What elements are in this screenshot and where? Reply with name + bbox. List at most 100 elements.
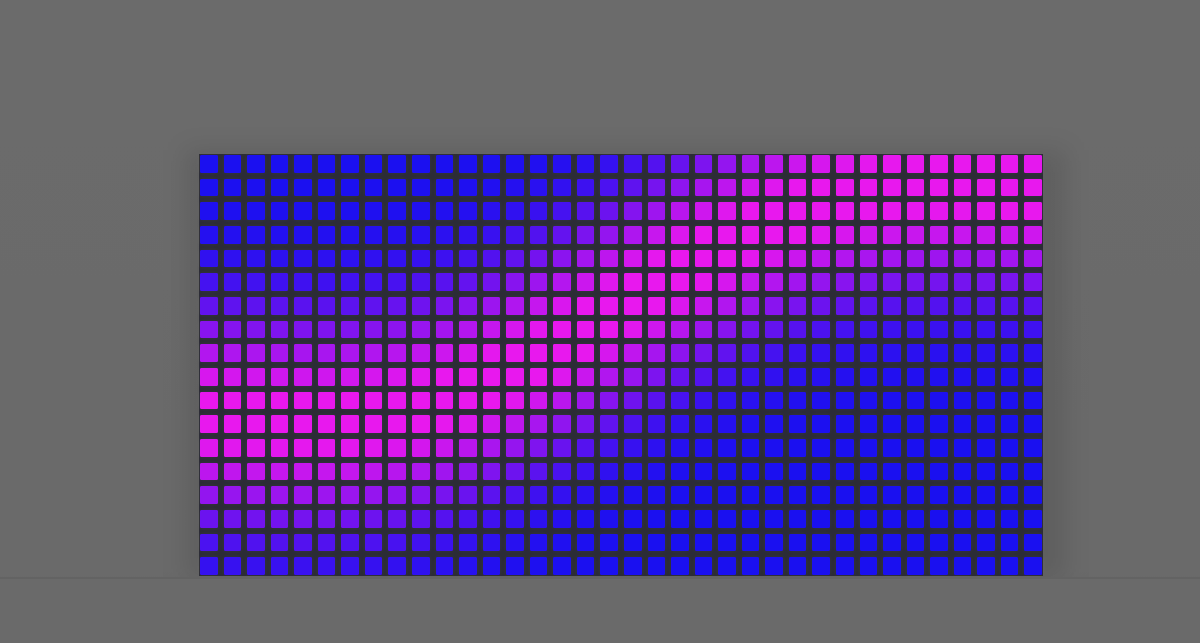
- led-pixel: [883, 249, 901, 268]
- led-pixel: [388, 225, 406, 244]
- led-pixel: [647, 320, 666, 339]
- led-pixel: [576, 296, 595, 315]
- led-pixel: [835, 320, 854, 339]
- led-pixel: [435, 486, 454, 504]
- led-pixel: [906, 344, 925, 362]
- led-pixel: [1000, 462, 1019, 481]
- led-pixel: [953, 296, 972, 315]
- led-pixel: [223, 415, 242, 433]
- led-pixel: [223, 249, 242, 268]
- led-pixel: [576, 249, 595, 268]
- led-pixel: [482, 320, 501, 339]
- led-pixel: [247, 438, 265, 457]
- led-pixel: [388, 557, 406, 575]
- led-pixel: [576, 273, 595, 291]
- led-pixel: [812, 486, 830, 504]
- led-pixel: [835, 533, 854, 552]
- led-pixel: [835, 225, 854, 244]
- led-pixel: [200, 367, 218, 386]
- led-pixel: [930, 320, 948, 339]
- led-pixel: [647, 486, 666, 504]
- led-pixel: [506, 557, 524, 575]
- led-pixel: [812, 202, 830, 220]
- led-pixel: [953, 533, 972, 552]
- led-pixel: [364, 438, 383, 457]
- led-pixel: [459, 533, 477, 552]
- led-pixel: [200, 344, 218, 362]
- led-pixel: [859, 509, 878, 528]
- led-pixel: [883, 486, 901, 504]
- led-pixel: [623, 533, 642, 552]
- led-pixel: [411, 273, 430, 291]
- led-pixel: [718, 225, 736, 244]
- led-pixel: [317, 225, 336, 244]
- led-pixel: [600, 344, 618, 362]
- led-pixel: [812, 249, 830, 268]
- led-pixel: [883, 273, 901, 291]
- led-pixel: [623, 486, 642, 504]
- led-pixel: [411, 225, 430, 244]
- led-pixel: [247, 557, 265, 575]
- led-pixel: [411, 462, 430, 481]
- led-pixel: [1000, 225, 1019, 244]
- led-pixel: [411, 509, 430, 528]
- led-pixel: [671, 391, 689, 410]
- led-pixel: [388, 178, 406, 197]
- led-pixel: [883, 557, 901, 575]
- led-pixel: [1000, 533, 1019, 552]
- led-pixel: [553, 367, 571, 386]
- led-pixel: [482, 462, 501, 481]
- led-pixel: [223, 344, 242, 362]
- led-pixel: [835, 249, 854, 268]
- led-pixel: [953, 320, 972, 339]
- led-pixel: [647, 509, 666, 528]
- led-pixel: [1024, 391, 1042, 410]
- led-pixel: [553, 296, 571, 315]
- led-pixel: [506, 202, 524, 220]
- led-pixel: [812, 367, 830, 386]
- led-pixel: [859, 178, 878, 197]
- led-pixel: [200, 296, 218, 315]
- led-pixel: [411, 533, 430, 552]
- led-pixel: [529, 225, 548, 244]
- led-pixel: [906, 178, 925, 197]
- led-pixel: [765, 438, 783, 457]
- led-pixel: [247, 509, 265, 528]
- led-pixel: [270, 273, 289, 291]
- led-pixel: [411, 415, 430, 433]
- led-pixel: [435, 225, 454, 244]
- led-pixel: [859, 320, 878, 339]
- led-pixel: [553, 155, 571, 173]
- led-pixel: [388, 367, 406, 386]
- led-pixel: [1000, 415, 1019, 433]
- led-pixel: [600, 533, 618, 552]
- led-pixel: [930, 202, 948, 220]
- led-pixel: [859, 225, 878, 244]
- led-pixel: [694, 273, 713, 291]
- led-pixel: [694, 344, 713, 362]
- led-pixel: [435, 533, 454, 552]
- led-pixel: [435, 391, 454, 410]
- led-pixel: [482, 296, 501, 315]
- led-pixel: [765, 273, 783, 291]
- led-pixel: [388, 438, 406, 457]
- led-pixel: [859, 367, 878, 386]
- led-pixel: [506, 249, 524, 268]
- led-pixel: [529, 155, 548, 173]
- led-pixel: [883, 225, 901, 244]
- led-pixel: [1000, 391, 1019, 410]
- led-pixel: [364, 249, 383, 268]
- led-pixel: [906, 391, 925, 410]
- led-pixel: [835, 486, 854, 504]
- led-pixel: [482, 438, 501, 457]
- led-pixel: [671, 438, 689, 457]
- led-pixel: [1024, 533, 1042, 552]
- led-pixel: [270, 202, 289, 220]
- led-pixel: [953, 415, 972, 433]
- led-pixel: [600, 178, 618, 197]
- led-pixel: [1024, 178, 1042, 197]
- led-pixel: [364, 391, 383, 410]
- led-pixel: [694, 155, 713, 173]
- led-pixel: [765, 344, 783, 362]
- led-pixel: [529, 462, 548, 481]
